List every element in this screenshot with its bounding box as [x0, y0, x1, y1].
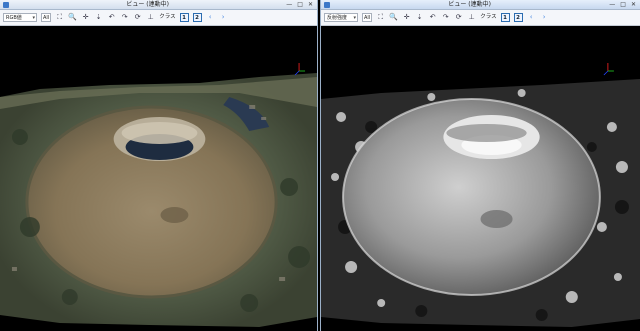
pan-icon[interactable]: ✛: [402, 13, 411, 22]
right-point-cloud-viewport[interactable]: [321, 27, 640, 331]
right-window-title: ビュー (連動中): [448, 1, 491, 8]
all-button[interactable]: All: [362, 13, 373, 22]
class-label: クラス: [159, 14, 176, 20]
close-button[interactable]: ✕: [308, 0, 313, 9]
rotate-right-icon[interactable]: ↷: [441, 13, 450, 22]
back-icon[interactable]: ‹: [206, 13, 215, 22]
fit-view-icon[interactable]: ⛶: [55, 13, 64, 22]
display-mode-select[interactable]: 反射強度 ▾: [324, 13, 358, 22]
fit-view-icon[interactable]: ⛶: [376, 13, 385, 22]
rotate-left-icon[interactable]: ↶: [428, 13, 437, 22]
minimize-button[interactable]: —: [286, 0, 292, 9]
chevron-down-icon: ▾: [32, 15, 35, 21]
all-button[interactable]: All: [41, 13, 52, 22]
axes-icon[interactable]: ⊥: [146, 13, 155, 22]
rotate-right-icon[interactable]: ↷: [120, 13, 129, 22]
class-1-button[interactable]: 1: [500, 13, 510, 22]
axes-icon[interactable]: ⊥: [467, 13, 476, 22]
forward-icon[interactable]: ›: [540, 13, 549, 22]
forward-icon[interactable]: ›: [219, 13, 228, 22]
left-view-window: ビュー (連動中) — □ ✕ RGB値 ▾ All ⛶ 🔍 ✛ ⇣ ↶ ↷ ⟳ …: [0, 0, 318, 331]
class-2-button[interactable]: 2: [513, 13, 523, 22]
move-icon[interactable]: ⇣: [94, 13, 103, 22]
left-point-cloud-viewport[interactable]: [0, 27, 317, 331]
zoom-icon[interactable]: 🔍: [389, 13, 398, 22]
pan-icon[interactable]: ✛: [81, 13, 90, 22]
display-mode-select[interactable]: RGB値 ▾: [3, 13, 37, 22]
rotate-left-icon[interactable]: ↶: [107, 13, 116, 22]
rgb-point-cloud: [0, 27, 317, 331]
intensity-point-cloud: [321, 27, 640, 331]
left-window-title: ビュー (連動中): [126, 1, 169, 8]
refresh-icon[interactable]: ⟳: [454, 13, 463, 22]
maximize-button[interactable]: □: [297, 0, 303, 9]
chevron-down-icon: ▾: [353, 15, 356, 21]
left-title-bar[interactable]: ビュー (連動中) — □ ✕: [0, 0, 317, 10]
right-title-bar[interactable]: ビュー (連動中) — □ ✕: [321, 0, 640, 10]
move-icon[interactable]: ⇣: [415, 13, 424, 22]
right-view-window: ビュー (連動中) — □ ✕ 反射強度 ▾ All ⛶ 🔍 ✛ ⇣ ↶ ↷ ⟳ …: [320, 0, 640, 331]
class-2-button[interactable]: 2: [192, 13, 202, 22]
back-icon[interactable]: ‹: [527, 13, 536, 22]
minimize-button[interactable]: —: [609, 0, 615, 9]
left-toolbar: RGB値 ▾ All ⛶ 🔍 ✛ ⇣ ↶ ↷ ⟳ ⊥ クラス 1 2 ‹ ›: [0, 10, 317, 26]
right-toolbar: 反射強度 ▾ All ⛶ 🔍 ✛ ⇣ ↶ ↷ ⟳ ⊥ クラス 1 2 ‹ ›: [321, 10, 640, 26]
class-1-button[interactable]: 1: [179, 13, 189, 22]
class-label: クラス: [480, 14, 497, 20]
refresh-icon[interactable]: ⟳: [133, 13, 142, 22]
close-button[interactable]: ✕: [631, 0, 636, 9]
maximize-button[interactable]: □: [620, 0, 626, 9]
zoom-icon[interactable]: 🔍: [68, 13, 77, 22]
